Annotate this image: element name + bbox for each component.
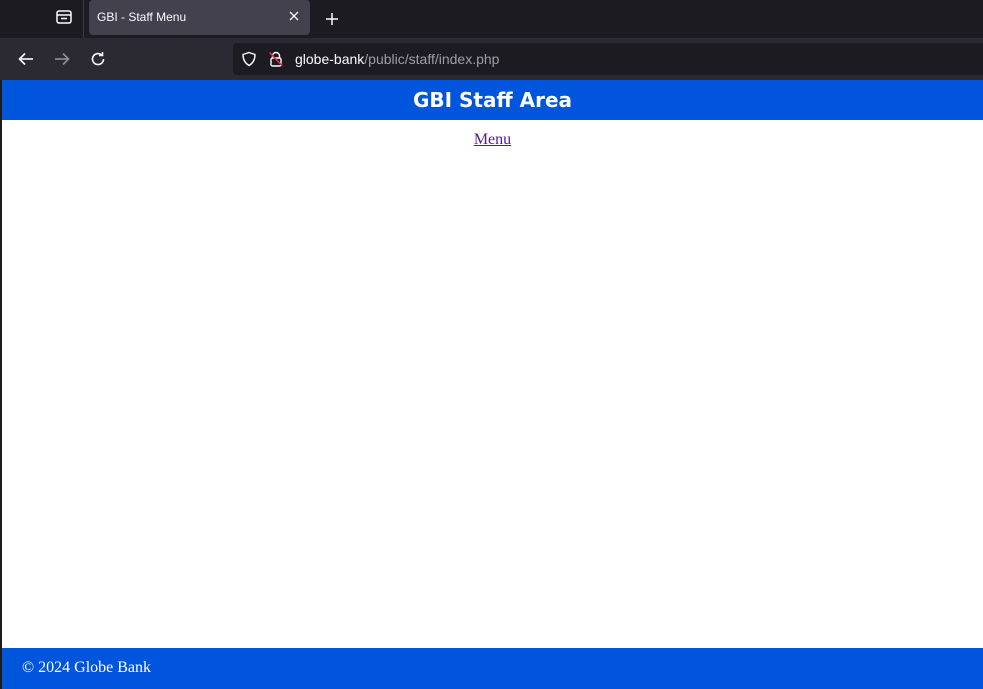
close-tab-button[interactable] [286, 8, 302, 24]
url-text[interactable]: globe-bank/public/staff/index.php [295, 51, 499, 67]
shield-icon[interactable] [241, 51, 257, 67]
url-path: /public/staff/index.php [364, 51, 500, 67]
back-button[interactable] [16, 49, 36, 69]
tab-overview-button[interactable] [44, 0, 84, 38]
page-title: GBI Staff Area [412, 88, 573, 112]
browser-nav-bar: globe-bank/public/staff/index.php [0, 38, 983, 80]
page-footer: © 2024 Globe Bank [2, 648, 983, 689]
tab-title: GBI - Staff Menu [97, 10, 187, 24]
footer-copyright: © 2024 Globe Bank [22, 659, 152, 676]
menu-link[interactable]: Menu [474, 131, 511, 148]
new-tab-button[interactable] [321, 8, 343, 30]
plus-icon [326, 13, 338, 25]
close-icon [289, 11, 299, 21]
browser-tab-bar: GBI - Staff Menu [0, 0, 983, 38]
reload-button[interactable] [88, 49, 108, 69]
address-bar[interactable]: globe-bank/public/staff/index.php [233, 43, 983, 75]
page-header: GBI Staff Area [2, 80, 983, 120]
forward-button[interactable] [52, 49, 72, 69]
back-arrow-icon [18, 52, 33, 66]
page-viewport: GBI Staff Area Menu © 2024 Globe Bank [2, 80, 983, 689]
tab-overview-icon [55, 9, 73, 30]
active-tab[interactable]: GBI - Staff Menu [89, 0, 310, 35]
main-nav: Menu [2, 131, 983, 149]
insecure-lock-icon[interactable] [268, 51, 284, 67]
forward-arrow-icon [55, 52, 70, 66]
reload-icon [91, 52, 105, 66]
url-host: globe-bank [295, 51, 365, 67]
